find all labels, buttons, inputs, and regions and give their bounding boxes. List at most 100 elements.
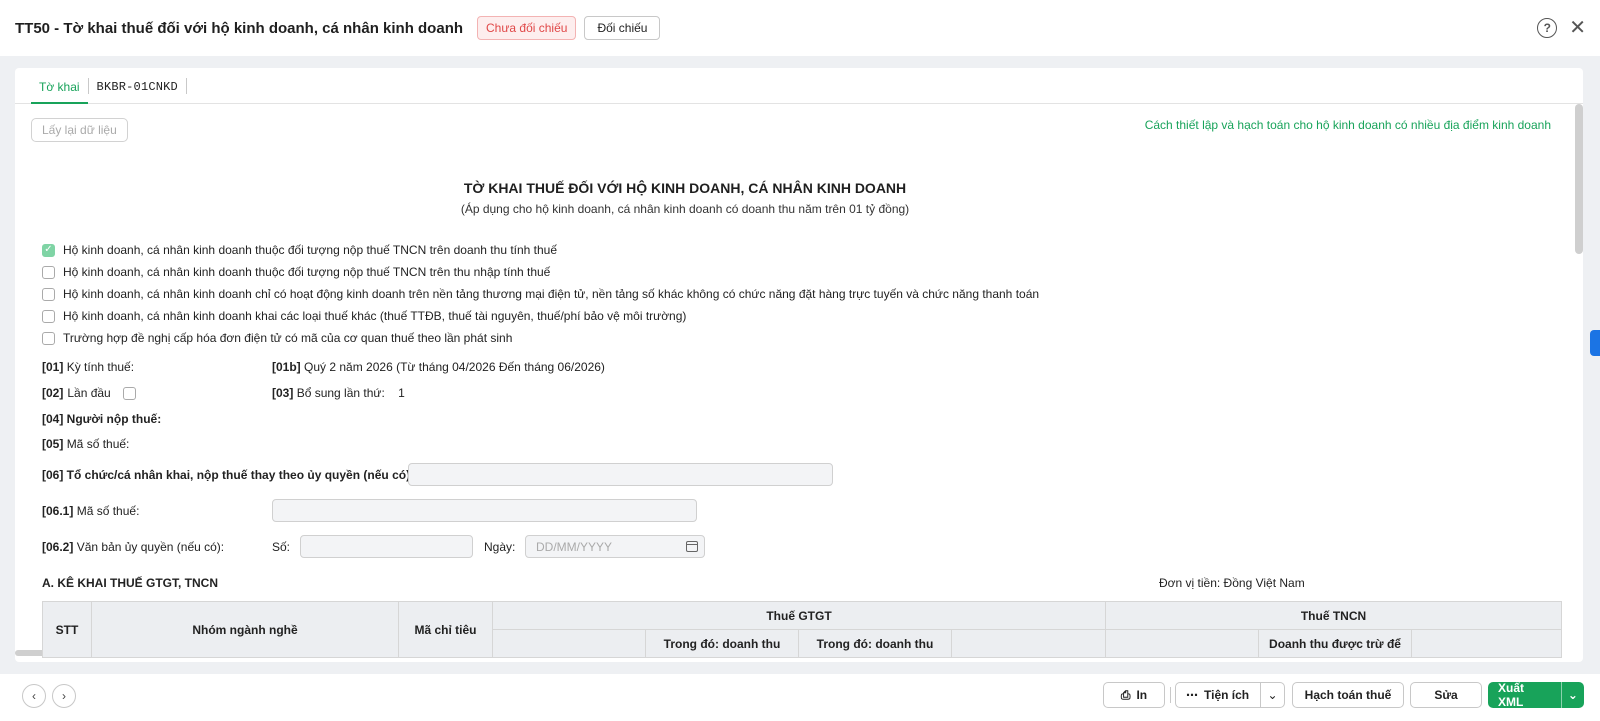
edit-button[interactable]: Sửa [1410,682,1482,708]
field-label: Kỳ tính thuế: [66,360,135,374]
section-a-title: A. KÊ KHAI THUẾ GTGT, TNCN [42,576,218,590]
checkbox-label: Trường hợp đề nghị cấp hóa đơn điện tử c… [63,331,513,345]
checkbox[interactable] [42,287,55,301]
checkbox-label: Hộ kinh doanh, cá nhân kinh doanh thuộc … [63,243,558,257]
col-pit-sub [1411,629,1562,658]
dialog-title: TT50 - Tờ khai thuế đối với hộ kinh doan… [15,19,464,37]
export-xml-label: Xuất XML [1498,682,1525,708]
field-label: Mã số thuế: [76,504,140,518]
field-code: [01b] [272,360,301,374]
authorized-tax-code-label: [06.1] Mã số thuế: [42,504,139,518]
checkbox-row[interactable]: Hộ kinh doanh, cá nhân kinh doanh chỉ có… [42,287,1039,301]
section-title: A. KÊ KHAI THUẾ GTGT, TNCN [42,576,218,590]
close-icon[interactable]: ✕ [1569,18,1586,38]
col-group: Nhóm ngành nghề [91,601,399,658]
col-vat-sub: Trong đó: doanh thu [798,629,952,658]
checkbox-row[interactable]: Trường hợp đề nghị cấp hóa đơn điện tử c… [42,331,512,345]
checkbox-label: Hộ kinh doanh, cá nhân kinh doanh khai c… [63,309,687,323]
col-vat-sub [492,629,646,658]
authorized-tax-code-input[interactable] [272,499,697,522]
tab-divider [185,78,187,94]
chevron-down-icon[interactable]: ⌄ [1260,683,1284,707]
field-code: [03] [272,386,294,400]
authorized-org-label: [06] Tổ chức/cá nhân khai, nộp thuế thay… [42,468,414,482]
doc-number-label: Số: [272,540,291,554]
next-button[interactable]: › [52,684,76,708]
checkbox-label: Hộ kinh doanh, cá nhân kinh doanh thuộc … [63,265,551,279]
print-label: In [1136,688,1148,702]
footer-bar: ‹ › ⎙ In ⋯ Tiện ích ⌄ Hạch toán thuế Sửa… [0,674,1600,721]
dialog-header: TT50 - Tờ khai thuế đối với hộ kinh doan… [0,0,1600,56]
col-pit-sub: Doanh thu được trừ để [1258,629,1412,658]
form-panel: Tờ khai BKBR-01CNKD Lấy lại dữ liệu Cách… [15,68,1583,662]
first-time-field: [02] Lần đầu [42,386,136,400]
taxpayer-heading: [04] Người nộp thuế: [42,412,161,426]
prev-button[interactable]: ‹ [22,684,46,708]
checkbox[interactable] [42,309,55,323]
col-vat-sub: Trong đó: doanh thu [645,629,799,658]
supplement-value: 1 [398,386,405,400]
checkbox-label: Hộ kinh doanh, cá nhân kinh doanh chỉ có… [63,287,1040,301]
supplement-field: [03] Bổ sung lần thứ: 1 [272,386,405,400]
tab-to-khai[interactable]: Tờ khai [31,80,88,104]
declaration-table: STT Nhóm ngành nghề Mã chỉ tiêu Thuế GTG… [42,601,1562,658]
field-label: Lần đầu [67,386,111,400]
col-code: Mã chỉ tiêu [398,601,493,658]
more-icon: ⋯ [1186,688,1198,702]
print-button[interactable]: ⎙ In [1103,682,1165,708]
col-vat-sub [951,629,1106,658]
reload-data-button[interactable]: Lấy lại dữ liệu [31,118,128,142]
setup-help-link[interactable]: Cách thiết lập và hạch toán cho hộ kinh … [1145,118,1551,132]
field-code: [06.1] [42,504,74,518]
field-value: Quý 2 năm 2026 (Từ tháng 04/2026 Đến thá… [304,360,605,374]
field-label: [06] Tổ chức/cá nhân khai, nộp thuế thay… [42,468,415,482]
tab-bar: Tờ khai BKBR-01CNKD [15,68,1583,104]
vertical-scrollbar[interactable] [1575,104,1583,254]
form-subtitle: (Áp dụng cho hộ kinh doanh, cá nhân kinh… [460,202,910,216]
checkbox-checked[interactable]: ✓ [42,243,55,257]
field-code: [01] [42,360,64,374]
tax-period-value: [01b] Quý 2 năm 2026 (Từ tháng 04/2026 Đ… [272,360,605,374]
tab-bkbr[interactable]: BKBR-01CNKD [89,80,186,103]
tax-code-field: [05] Mã số thuế: [42,437,129,451]
field-label: Bổ sung lần thứ: [296,386,385,400]
utilities-label: Tiện ích [1204,688,1250,702]
currency-unit: Đơn vị tiền: Đồng Việt Nam [1159,576,1305,590]
date-placeholder: DD/MM/YYYY [536,539,613,554]
field-code: [02] [42,386,64,400]
field-label: Mã số thuế: [66,437,130,451]
checkbox[interactable] [42,331,55,345]
side-panel-toggle[interactable] [1590,330,1600,356]
checkbox-row[interactable]: Hộ kinh doanh, cá nhân kinh doanh thuộc … [42,265,550,279]
field-code: [06.2] [42,540,74,554]
field-code: [05] [42,437,64,451]
chevron-down-icon[interactable]: ⌄ [1560,682,1584,708]
compare-button[interactable]: Đối chiếu [584,16,661,40]
authorized-org-input[interactable] [408,463,833,486]
printer-icon: ⎙ [1120,687,1131,702]
help-icon[interactable]: ? [1537,18,1558,38]
utilities-button[interactable]: ⋯ Tiện ích ⌄ [1175,682,1285,708]
export-xml-button[interactable]: Xuất XML ⌄ [1488,682,1584,708]
field-label: Văn bản ủy quyền (nếu có): [76,540,225,554]
status-badge: Chưa đối chiếu [477,16,577,40]
col-pit: Thuế TNCN [1105,601,1562,630]
checkbox-row[interactable]: ✓ Hộ kinh doanh, cá nhân kinh doanh thuộ… [42,243,557,257]
calendar-icon[interactable] [686,541,698,552]
footer-divider [1170,687,1171,703]
tax-period-label: [01] Kỳ tính thuế: [42,360,134,374]
doc-number-input[interactable] [300,535,473,558]
doc-date-input[interactable]: DD/MM/YYYY [525,535,705,558]
checkbox-row[interactable]: Hộ kinh doanh, cá nhân kinh doanh khai c… [42,309,686,323]
form-title: TỜ KHAI THUẾ ĐỐI VỚI HỘ KINH DOANH, CÁ N… [463,180,907,196]
form-content: Lấy lại dữ liệu Cách thiết lập và hạch t… [15,104,1583,660]
col-stt: STT [42,601,92,658]
first-time-checkbox[interactable] [122,386,136,400]
checkbox[interactable] [42,265,55,279]
field-label: [04] Người nộp thuế: [42,412,162,426]
authorization-doc-label: [06.2] Văn bản ủy quyền (nếu có): [42,540,224,554]
col-pit-sub [1105,629,1259,658]
doc-date-label: Ngày: [484,540,516,554]
tax-accounting-button[interactable]: Hạch toán thuế [1292,682,1404,708]
col-vat: Thuế GTGT [492,601,1106,630]
